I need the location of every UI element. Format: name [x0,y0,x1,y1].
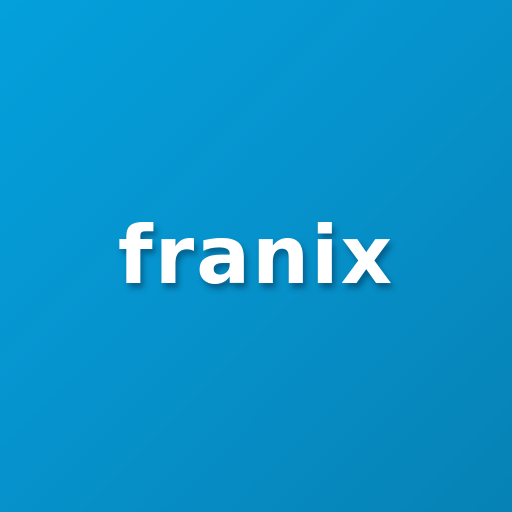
app-icon-tile: franix [0,0,512,512]
logo-wordmark: franix [117,209,395,302]
